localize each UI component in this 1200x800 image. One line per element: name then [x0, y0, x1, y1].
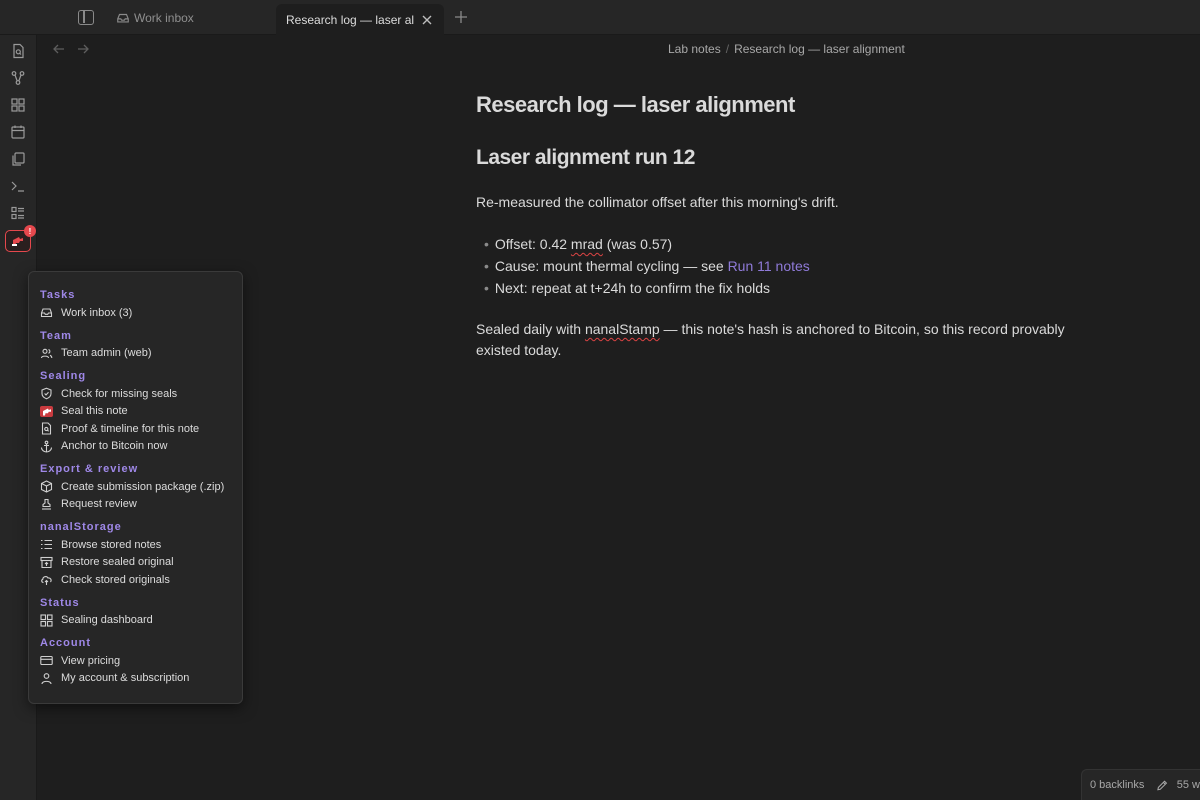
menu-item-anchor-bitcoin[interactable]: Anchor to Bitcoin now	[40, 438, 231, 456]
cloud-upload-icon	[40, 573, 53, 586]
note-editor[interactable]: Research log — laser alignment Laser ali…	[476, 92, 1076, 361]
note-heading: Laser alignment run 12	[476, 146, 695, 169]
file-search-icon[interactable]	[10, 43, 26, 59]
tab-work-inbox[interactable]: Work inbox	[106, 0, 274, 35]
breadcrumb-separator: /	[725, 42, 730, 56]
misspelled-word: mrad	[570, 236, 603, 252]
title-bar: Work inbox Research log — laser alig…	[0, 0, 1200, 35]
misspelled-word: nanalStamp	[584, 321, 660, 337]
breadcrumb: Lab notes / Research log — laser alignment	[668, 42, 905, 56]
menu-item-check-stored[interactable]: Check stored originals	[40, 571, 231, 589]
menu-section-title: Status	[40, 596, 80, 609]
stamp-button[interactable]: !	[5, 225, 36, 252]
menu-item-submission-package[interactable]: Create submission package (.zip)	[40, 478, 231, 496]
menu-item-work-inbox[interactable]: Work inbox (3)	[40, 304, 231, 322]
menu-section-title: Sealing	[40, 370, 87, 382]
anchor-icon	[40, 440, 53, 453]
list-item: Offset: 0.42 mrad (was 0.57)	[484, 233, 1076, 255]
menu-section-title: Account	[40, 637, 91, 649]
file-search-icon	[40, 422, 53, 435]
breadcrumb-folder[interactable]: Lab notes	[668, 42, 721, 56]
stamp-icon	[12, 237, 23, 246]
shield-check-icon	[40, 387, 53, 400]
calendar-icon[interactable]	[10, 124, 26, 140]
note-title[interactable]: Research log — laser alignment	[476, 92, 1076, 118]
terminal-icon[interactable]	[10, 178, 26, 194]
archive-restore-icon	[40, 556, 53, 569]
pencil-icon[interactable]	[1156, 779, 1168, 792]
alert-badge: !	[24, 225, 36, 237]
tab-label: Work inbox	[134, 10, 194, 25]
credit-card-icon	[40, 654, 53, 667]
graph-icon[interactable]	[10, 70, 26, 86]
tab-label: Research log — laser alig…	[286, 12, 414, 27]
menu-section-title: nanalStorage	[40, 521, 122, 533]
backlinks-count[interactable]: 0 backlinks	[1090, 779, 1144, 791]
menu-item-my-account[interactable]: My account & subscription	[40, 670, 231, 688]
package-icon	[40, 480, 53, 493]
note-bullet-list: Offset: 0.42 mrad (was 0.57) Cause: moun…	[476, 233, 1076, 299]
sidebar-toggle-icon[interactable]	[78, 10, 94, 25]
tab-research-log[interactable]: Research log — laser alig…	[276, 4, 444, 35]
breadcrumb-note[interactable]: Research log — laser alignment	[734, 42, 905, 56]
user-icon	[40, 672, 53, 685]
note-seal-paragraph: Sealed daily with nanalStamp — this note…	[476, 321, 1065, 358]
internal-link[interactable]: Run 11 notes	[728, 258, 810, 274]
new-tab-icon[interactable]	[453, 9, 469, 25]
close-icon[interactable]	[420, 13, 434, 27]
grid-icon[interactable]	[10, 97, 26, 113]
copy-icon[interactable]	[10, 151, 26, 167]
menu-item-seal-note[interactable]: Seal this note	[40, 403, 231, 421]
menu-item-request-review[interactable]: Request review	[40, 496, 231, 514]
inbox-icon	[117, 13, 129, 23]
users-icon	[40, 347, 53, 360]
menu-item-team-admin[interactable]: Team admin (web)	[40, 345, 231, 363]
list-item: Next: repeat at t+24h to confirm the fix…	[484, 277, 1076, 299]
dashboard-icon	[40, 614, 53, 627]
menu-item-browse-stored[interactable]: Browse stored notes	[40, 536, 231, 554]
menu-section-title: Tasks	[40, 289, 76, 301]
forward-arrow-icon[interactable]	[76, 42, 90, 56]
list-item: Cause: mount thermal cycling — see Run 1…	[484, 255, 1076, 277]
list-ordered-icon	[40, 538, 53, 551]
stamp-menu: Tasks Work inbox (3) Team Team admin (we…	[28, 271, 243, 704]
list-icon[interactable]	[10, 205, 26, 221]
menu-section-title: Team	[40, 329, 72, 342]
inbox-icon	[40, 306, 53, 319]
status-bar: 0 backlinks 55 w	[1081, 769, 1200, 800]
menu-item-sealing-dashboard[interactable]: Sealing dashboard	[40, 612, 231, 630]
menu-section-title: Export & review	[40, 463, 139, 475]
menu-item-proof-timeline[interactable]: Proof & timeline for this note	[40, 420, 231, 438]
menu-item-check-missing-seals[interactable]: Check for missing seals	[40, 385, 231, 403]
menu-item-view-pricing[interactable]: View pricing	[40, 652, 231, 670]
back-arrow-icon[interactable]	[52, 42, 66, 56]
word-count: 55 w	[1176, 779, 1200, 791]
note-intro: Re-measured the collimator offset after …	[476, 194, 839, 210]
menu-item-restore-original[interactable]: Restore sealed original	[40, 554, 231, 572]
stamp-icon	[40, 405, 53, 418]
stamp-outline-icon	[40, 498, 53, 511]
